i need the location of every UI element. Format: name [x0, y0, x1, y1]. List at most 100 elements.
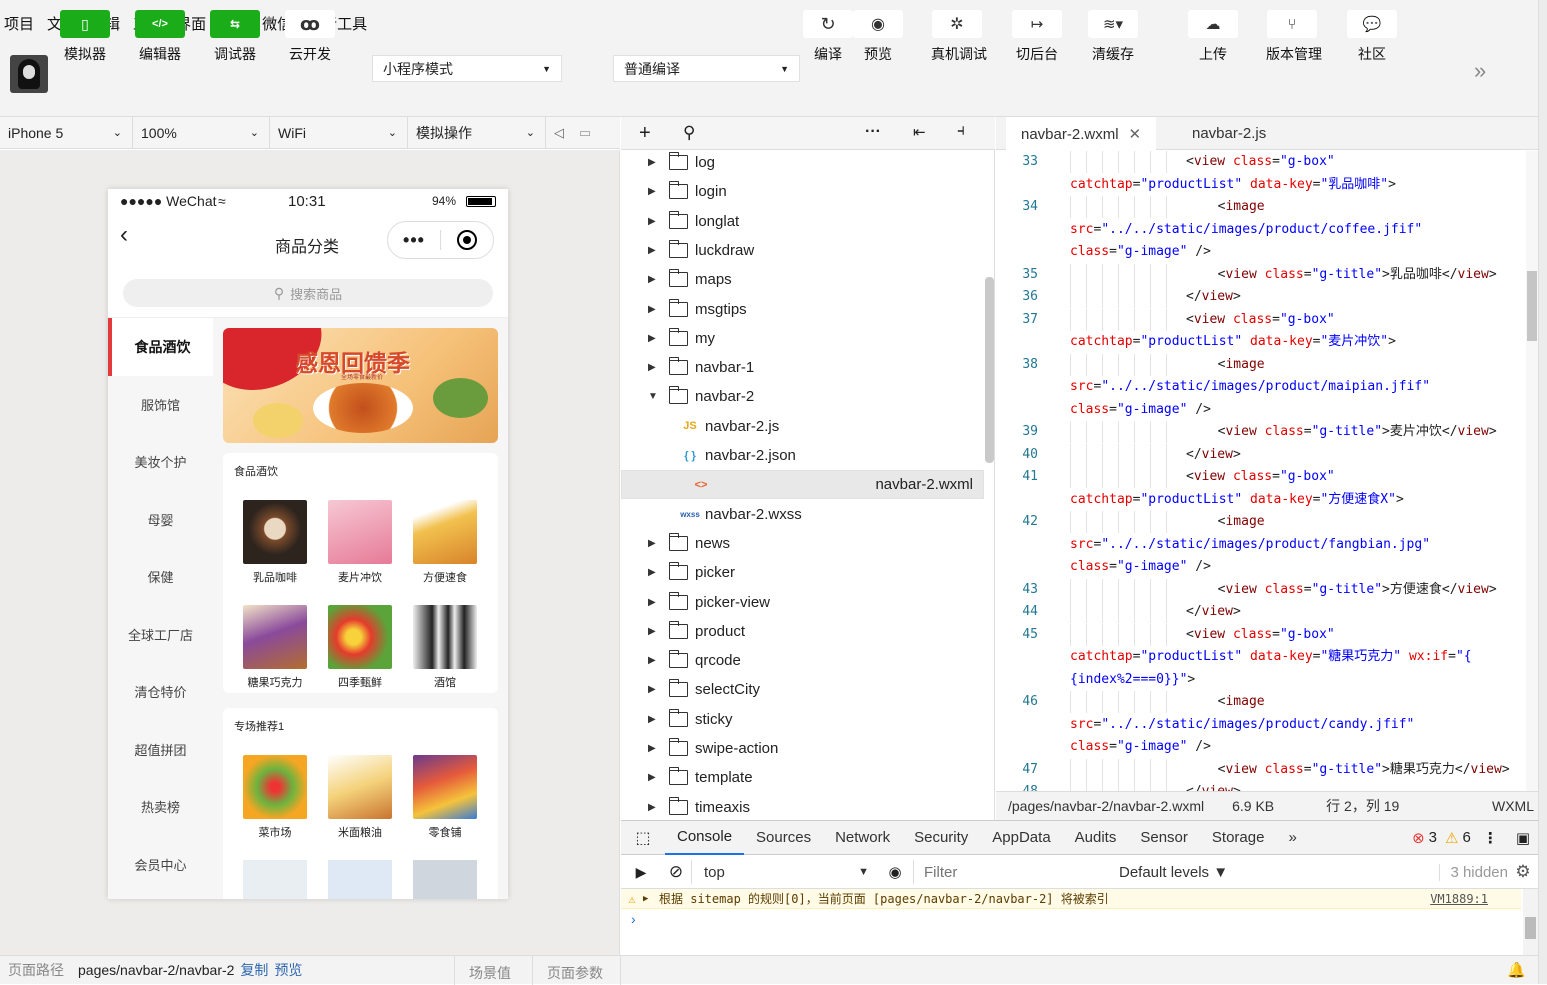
product-image[interactable]	[328, 860, 392, 899]
chevron-down-icon[interactable]: ▼	[648, 391, 658, 402]
chevron-right-icon[interactable]: ▶	[648, 157, 658, 168]
chevron-right-icon[interactable]: ▶	[648, 304, 658, 315]
code-line[interactable]: src="../../static/images/product/candy.j…	[996, 714, 1524, 736]
chevron-right-icon[interactable]: ▶	[648, 216, 658, 227]
tree-item[interactable]: ▶ picker	[621, 558, 984, 587]
code-line[interactable]: 35 <view class="g-title">乳品咖啡</view>	[996, 263, 1524, 286]
sidebar-toggle-icon[interactable]: ▶	[621, 864, 661, 881]
product-item[interactable]: 菜市场	[240, 755, 310, 840]
more-icon[interactable]: ···	[865, 123, 881, 141]
eye-icon[interactable]: ◉	[877, 863, 913, 881]
tree-item[interactable]: JS navbar-2.js	[621, 412, 984, 441]
chevron-right-icon[interactable]: ▶	[648, 772, 658, 783]
preview-link[interactable]: 预览	[274, 960, 302, 980]
kebab-menu-icon[interactable]: ⋮	[1483, 829, 1498, 847]
product-item[interactable]: 米面粮油	[325, 755, 395, 840]
product-item[interactable]: 糖果巧克力	[240, 605, 310, 690]
devtools-tab[interactable]: Sensor	[1128, 821, 1200, 855]
code-line[interactable]: 47 <view class="g-title">糖果巧克力</view>	[996, 758, 1524, 781]
code-area[interactable]: 33 <view class="g-box" catchtap="productLi…	[996, 151, 1538, 798]
chevron-right-icon[interactable]: ▶	[648, 597, 658, 608]
tree-item[interactable]: ▶ template	[621, 763, 984, 792]
category-item[interactable]: 食品酒饮	[108, 318, 213, 376]
chevron-right-icon[interactable]: ▶	[648, 186, 658, 197]
tree-item[interactable]: ▶ my	[621, 324, 984, 353]
source-link[interactable]: VM1889:1	[1430, 892, 1488, 906]
tree-item[interactable]: ▼ navbar-2	[621, 382, 984, 411]
code-line[interactable]: catchtap="productList" data-key="麦片冲饮">	[996, 331, 1524, 353]
console-scrollbar[interactable]	[1523, 889, 1538, 956]
product-item[interactable]: 四季甄鲜	[325, 605, 395, 690]
devtools-tab[interactable]: Network	[823, 821, 902, 855]
category-item[interactable]: 母婴	[108, 491, 213, 549]
code-line[interactable]: 46 <image	[996, 691, 1524, 713]
code-line[interactable]: src="../../static/images/product/maipian…	[996, 376, 1524, 398]
tree-item[interactable]: ▶ news	[621, 529, 984, 558]
code-line[interactable]: 44 </view>	[996, 601, 1524, 623]
code-line[interactable]: 33 <view class="g-box"	[996, 151, 1524, 173]
compile-button[interactable]: ↻ 编译	[802, 10, 854, 64]
code-line[interactable]: catchtap="productList" data-key="糖果巧克力" …	[996, 646, 1524, 668]
scene-value[interactable]: 场景值	[469, 963, 511, 983]
add-icon[interactable]: +	[639, 122, 651, 145]
page-params[interactable]: 页面参数	[547, 963, 603, 983]
tree-item[interactable]: ▶ navbar-1	[621, 353, 984, 382]
more-icon[interactable]: »	[1474, 58, 1486, 84]
chevron-right-icon[interactable]: ▶	[648, 567, 658, 578]
language-mode[interactable]: WXML	[1492, 798, 1534, 814]
mode-select[interactable]: 小程序模式 ▼	[372, 55, 562, 82]
operation-select[interactable]: 模拟操作 ⌄	[408, 116, 546, 149]
product-item[interactable]: 麦片冲饮	[325, 500, 395, 585]
real-debug-button[interactable]: ✲ 真机调试	[931, 10, 987, 64]
background-button[interactable]: ↦ 切后台	[1011, 10, 1063, 64]
code-line[interactable]: class="g-image" />	[996, 556, 1524, 578]
filter-input[interactable]	[913, 860, 1107, 884]
levels-select[interactable]: Default levels ▼	[1119, 864, 1228, 881]
tree-item[interactable]: ▶ maps	[621, 265, 984, 294]
chevron-right-icon[interactable]: ▶	[648, 684, 658, 695]
gear-icon[interactable]: ⚙	[1508, 862, 1538, 882]
tree-item[interactable]: ▶ longlat	[621, 207, 984, 236]
tree-item[interactable]: <> navbar-2.wxml	[621, 470, 984, 500]
code-line[interactable]: 41 <view class="g-box"	[996, 466, 1524, 488]
product-image[interactable]	[243, 860, 307, 899]
code-line[interactable]: src="../../static/images/product/coffee.…	[996, 219, 1524, 241]
copy-link[interactable]: 复制	[240, 960, 268, 980]
console-prompt[interactable]: ›	[631, 911, 636, 927]
chevron-right-icon[interactable]: ▶	[648, 538, 658, 549]
back-icon[interactable]: ‹	[120, 221, 128, 249]
chevron-right-icon[interactable]: ▶	[648, 362, 658, 373]
code-line[interactable]: 38 <image	[996, 353, 1524, 376]
chevron-right-icon[interactable]: ▶	[648, 245, 658, 256]
more-tabs-icon[interactable]: »	[1276, 821, 1308, 855]
code-line[interactable]: 42 <image	[996, 511, 1524, 533]
tree-item[interactable]: ▶ qrcode	[621, 646, 984, 675]
code-line[interactable]: 37 <view class="g-box"	[996, 308, 1524, 331]
tree-item[interactable]: ▶ selectCity	[621, 675, 984, 704]
product-image[interactable]	[413, 860, 477, 899]
code-line[interactable]: class="g-image" />	[996, 736, 1524, 758]
tree-item[interactable]: ▶ login	[621, 177, 984, 206]
volume-icon[interactable]: ◁	[546, 125, 572, 141]
device-select[interactable]: iPhone 5 ⌄	[0, 116, 133, 149]
chevron-right-icon[interactable]: ▶	[648, 333, 658, 344]
tab-wxml[interactable]: navbar-2.wxml ✕	[1006, 117, 1157, 151]
code-line[interactable]: src="../../static/images/product/fangbia…	[996, 534, 1524, 556]
editor-button[interactable]: </> 编辑器	[134, 10, 186, 64]
code-line[interactable]: 43 <view class="g-title">方便速食</view>	[996, 578, 1524, 601]
chevron-right-icon[interactable]: ▶	[648, 802, 658, 813]
tree-item[interactable]: ▶ luckdraw	[621, 236, 984, 265]
search-input[interactable]: ⚲ 搜索商品	[123, 279, 493, 307]
sidebar-toggle-icon[interactable]: ⫞	[957, 122, 965, 140]
devtools-tab[interactable]: Security	[902, 821, 980, 855]
collapse-icon[interactable]: ⇤	[913, 123, 926, 141]
category-item[interactable]: 会员中心	[108, 836, 213, 894]
expand-icon[interactable]: ▶	[643, 894, 659, 904]
cloud-button[interactable]: ꝏ 云开发	[284, 10, 336, 64]
debugger-button[interactable]: ⇆ 调试器	[209, 10, 261, 64]
dock-icon[interactable]: ▣	[1516, 829, 1530, 847]
tree-item[interactable]: ▶ timeaxis	[621, 793, 984, 822]
zoom-select[interactable]: 100% ⌄	[133, 116, 270, 149]
bell-icon[interactable]: 🔔	[1507, 961, 1526, 979]
tree-item[interactable]: ▶ product	[621, 617, 984, 646]
